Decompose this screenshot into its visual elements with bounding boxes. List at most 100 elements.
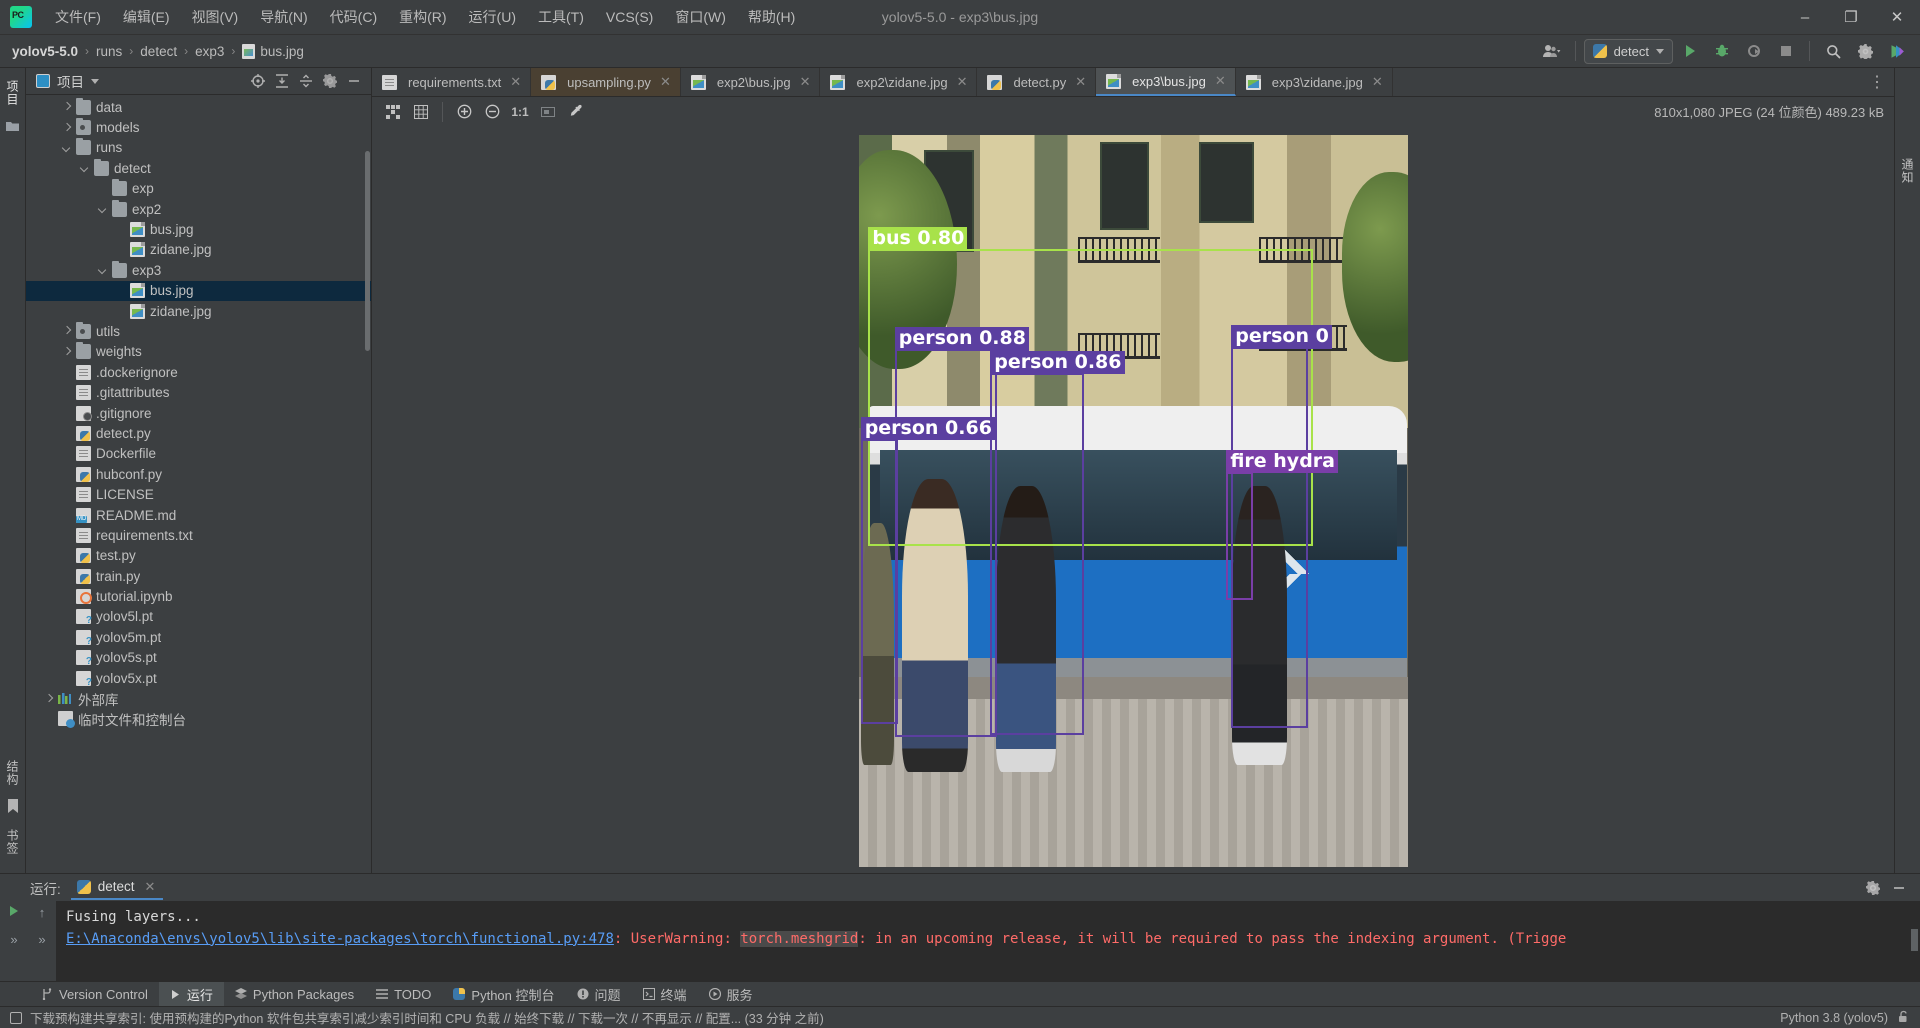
tree-node-license[interactable]: LICENSE — [26, 484, 371, 504]
tree-node-zidane-jpg[interactable]: zidane.jpg — [26, 301, 371, 321]
close-icon[interactable]: ✕ — [510, 74, 521, 90]
expand-all-icon[interactable] — [271, 70, 293, 92]
project-tree[interactable]: data models runs detect exp exp2 bus.jpg zidane… — [26, 95, 371, 873]
tree-node-yolov5x-pt[interactable]: yolov5x.pt — [26, 668, 371, 688]
run-configuration-selector[interactable]: detect — [1583, 38, 1673, 64]
image-canvas[interactable]: bus 0.80 person 0.88 person 0.86 person 0 pe… — [372, 126, 1894, 873]
menu-view[interactable]: 视图(V) — [181, 0, 250, 35]
tool-window-button--[interactable]: 问题 — [566, 982, 632, 1007]
close-icon[interactable]: ✕ — [1075, 74, 1086, 90]
run-console[interactable]: » ↑ » Fusing layers... E:\Anaconda\envs\y… — [0, 901, 1920, 981]
chevron-down-icon[interactable] — [91, 78, 99, 84]
run-tab-detect[interactable]: detect ✕ — [70, 876, 164, 900]
tree-node-bus-jpg[interactable]: bus.jpg — [26, 280, 371, 301]
hide-tool-window-icon[interactable] — [343, 70, 365, 92]
tree-node--[interactable]: 外部库 — [26, 688, 371, 708]
tree-node-detect-py[interactable]: detect.py — [26, 423, 371, 443]
breadcrumb-item-file[interactable]: bus.jpg — [260, 44, 304, 59]
tree-node--dockerignore[interactable]: .dockerignore — [26, 362, 371, 382]
lock-open-icon[interactable] — [1898, 1010, 1910, 1026]
collapse-all-icon[interactable] — [295, 70, 317, 92]
menu-code[interactable]: 代码(C) — [319, 0, 388, 35]
tool-window-button--[interactable]: 运行 — [158, 981, 224, 1007]
tree-node-exp2[interactable]: exp2 — [26, 199, 371, 219]
chevron-right-icon[interactable] — [44, 694, 54, 704]
zoom-out-icon[interactable] — [479, 100, 505, 124]
menu-vcs[interactable]: VCS(S) — [595, 0, 664, 35]
menu-help[interactable]: 帮助(H) — [737, 0, 806, 35]
tree-node-models[interactable]: models — [26, 117, 371, 137]
menu-navigate[interactable]: 导航(N) — [249, 0, 318, 35]
notification-icon[interactable] — [10, 1011, 22, 1024]
hide-tool-window-icon[interactable] — [1888, 877, 1910, 899]
tree-node-yolov5m-pt[interactable]: yolov5m.pt — [26, 627, 371, 647]
tree-node-yolov5l-pt[interactable]: yolov5l.pt — [26, 607, 371, 627]
bookmarks-icon[interactable] — [7, 799, 19, 816]
menu-refactor[interactable]: 重构(R) — [388, 0, 457, 35]
tool-window-button-structure[interactable]: 结构 — [4, 754, 21, 792]
editor-tab-exp2-bus-jpg[interactable]: exp2\bus.jpg ✕ — [681, 68, 821, 96]
detection-image[interactable]: bus 0.80 person 0.88 person 0.86 person 0 pe… — [858, 135, 1408, 867]
scroll-up-icon[interactable]: ↑ — [39, 905, 46, 920]
editor-tab-requirements-txt[interactable]: requirements.txt ✕ — [372, 68, 532, 96]
tree-node-utils[interactable]: utils — [26, 321, 371, 341]
zoom-in-icon[interactable] — [451, 100, 477, 124]
breadcrumb-item-exp3[interactable]: exp3 — [195, 44, 224, 59]
editor-tab-exp3-zidane-jpg[interactable]: exp3\zidane.jpg ✕ — [1236, 68, 1393, 96]
settings-icon[interactable] — [319, 70, 341, 92]
tool-window-button-project[interactable]: 项目 — [4, 74, 21, 112]
tree-node-tutorial-ipynb[interactable]: tutorial.ipynb — [26, 586, 371, 606]
console-scrollbar[interactable] — [1911, 929, 1918, 951]
close-icon[interactable]: ✕ — [957, 74, 968, 90]
editor-tab-upsampling-py[interactable]: upsampling.py ✕ — [531, 68, 681, 96]
tree-node-zidane-jpg[interactable]: zidane.jpg — [26, 240, 371, 260]
tree-node-data[interactable]: data — [26, 97, 371, 117]
tree-node--gitignore[interactable]: .gitignore — [26, 403, 371, 423]
chevron-down-icon[interactable] — [80, 163, 90, 173]
soft-wrap-icon[interactable]: » — [10, 932, 17, 947]
tree-node-test-py[interactable]: test.py — [26, 546, 371, 566]
console-output[interactable]: Fusing layers... E:\Anaconda\envs\yolov5\… — [56, 901, 1920, 981]
tool-window-button-python-[interactable]: Python 控制台 — [442, 982, 565, 1007]
actual-size-icon[interactable]: 1:1 — [507, 100, 533, 124]
chevron-right-icon[interactable] — [62, 347, 72, 357]
tree-node-train-py[interactable]: train.py — [26, 566, 371, 586]
tool-window-button-bookmarks[interactable]: 书签 — [4, 823, 21, 873]
menu-window[interactable]: 窗口(W) — [664, 0, 737, 35]
close-icon[interactable]: ✕ — [145, 879, 156, 895]
project-tree-scrollbar[interactable] — [365, 151, 370, 351]
editor-tab-exp3-bus-jpg[interactable]: exp3\bus.jpg ✕ — [1096, 68, 1236, 96]
color-picker-icon[interactable] — [563, 100, 589, 124]
chevron-down-icon[interactable] — [98, 265, 108, 275]
tool-window-button--[interactable]: 终端 — [632, 982, 698, 1007]
locate-icon[interactable] — [247, 70, 269, 92]
close-icon[interactable]: ✕ — [1215, 73, 1226, 89]
tree-node-runs[interactable]: runs — [26, 138, 371, 158]
close-icon[interactable]: ✕ — [800, 74, 811, 90]
status-message[interactable]: 下载预构建共享索引: 使用预构建的Python 软件包共享索引减少索引时间和 C… — [30, 1008, 824, 1027]
run-with-coverage-icon[interactable] — [1739, 38, 1769, 64]
fit-to-window-icon[interactable] — [535, 100, 561, 124]
close-button[interactable]: ✕ — [1874, 0, 1920, 35]
chevron-down-icon[interactable] — [98, 204, 108, 214]
tree-node-requirements-txt[interactable]: requirements.txt — [26, 525, 371, 545]
tree-node--gitattributes[interactable]: .gitattributes — [26, 382, 371, 402]
maximize-button[interactable]: ❐ — [1828, 0, 1874, 35]
close-icon[interactable]: ✕ — [660, 74, 671, 90]
chevron-right-icon[interactable] — [62, 123, 72, 133]
more-tabs-icon[interactable]: ⋮ — [1869, 72, 1886, 92]
editor-tab-detect-py[interactable]: detect.py ✕ — [977, 68, 1097, 96]
tool-window-button-todo[interactable]: TODO — [365, 982, 442, 1007]
tree-node--[interactable]: 临时文件和控制台 — [26, 709, 371, 729]
tool-window-button--[interactable]: 服务 — [698, 982, 764, 1007]
menu-tools[interactable]: 工具(T) — [527, 0, 595, 35]
close-icon[interactable]: ✕ — [1372, 74, 1383, 90]
console-link[interactable]: E:\Anaconda\envs\yolov5\lib\site-package… — [66, 931, 614, 947]
interpreter-indicator[interactable]: Python 3.8 (yolov5) — [1780, 1011, 1888, 1025]
menu-run[interactable]: 运行(U) — [458, 0, 527, 35]
tree-node-bus-jpg[interactable]: bus.jpg — [26, 219, 371, 239]
menu-file[interactable]: 文件(F) — [44, 0, 112, 35]
settings-icon[interactable] — [1850, 38, 1880, 64]
run-icon[interactable] — [1675, 38, 1705, 64]
breadcrumb-item-project[interactable]: yolov5-5.0 — [12, 44, 78, 59]
